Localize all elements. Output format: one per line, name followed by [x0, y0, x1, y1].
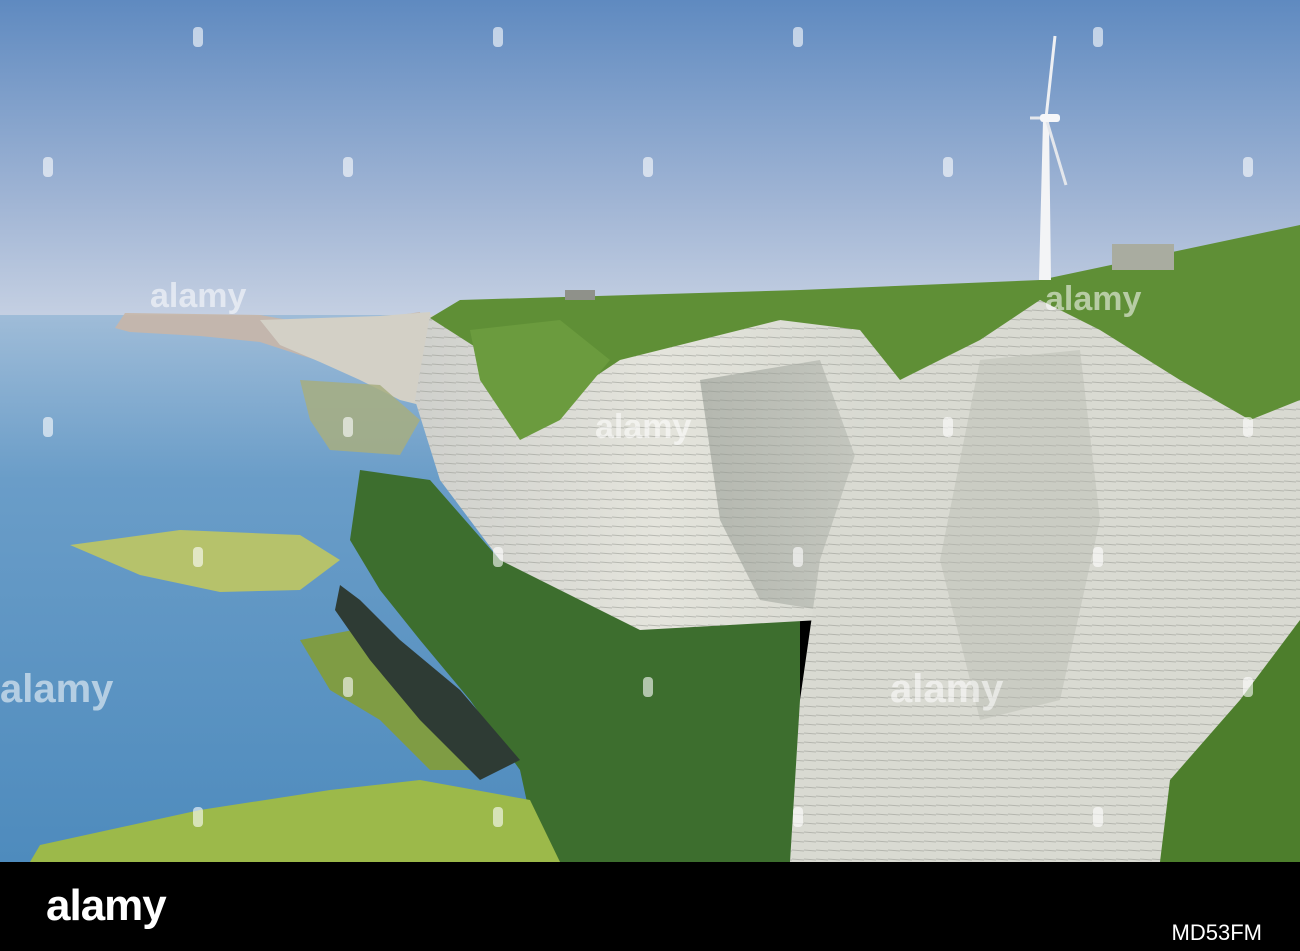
- image-id-label: MD53FM: [1171, 920, 1262, 945]
- stock-photo-page: alamy alamy alamy alamy alamy alamy MD53…: [0, 0, 1300, 951]
- watermark-text: alamy: [890, 667, 1004, 711]
- watermark-text: alamy: [150, 277, 246, 315]
- watermark-text: alamy: [0, 667, 114, 711]
- watermark-text: alamy: [1045, 280, 1141, 318]
- brand-logo: alamy: [46, 881, 167, 930]
- bunker: [1112, 244, 1174, 270]
- footer-bar: alamy MD53FM: [0, 862, 1300, 951]
- coastal-cliff-photo: alamy alamy alamy alamy alamy: [0, 0, 1300, 862]
- watermark-text: alamy: [595, 408, 691, 446]
